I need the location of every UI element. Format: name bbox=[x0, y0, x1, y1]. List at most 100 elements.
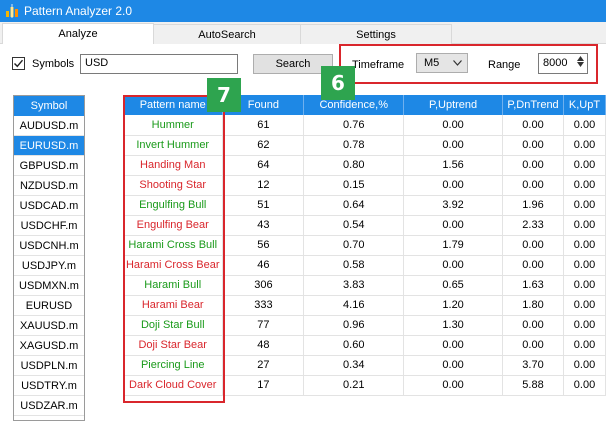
symbol-list-item[interactable]: USDCNH.m bbox=[14, 236, 84, 256]
p-uptrend-cell: 0.00 bbox=[403, 355, 504, 376]
symbol-list-header[interactable]: Symbol bbox=[14, 96, 84, 116]
app-logo-icon bbox=[5, 4, 19, 18]
k-uptrend-cell: 0.00 bbox=[563, 275, 606, 296]
p-uptrend-cell: 0.00 bbox=[403, 215, 504, 236]
p-uptrend-cell: 1.30 bbox=[403, 315, 504, 336]
range-value: 8000 bbox=[543, 57, 568, 69]
k-uptrend-cell: 0.00 bbox=[563, 235, 606, 256]
found-cell: 51 bbox=[222, 195, 305, 216]
confidence-cell: 0.54 bbox=[303, 215, 405, 236]
p-dntrend-cell: 0.00 bbox=[502, 255, 564, 276]
p-dntrend-cell: 0.00 bbox=[502, 155, 564, 176]
confidence-cell: 0.78 bbox=[303, 135, 405, 156]
confidence-cell: 0.64 bbox=[303, 195, 405, 216]
tab-analyze[interactable]: Analyze bbox=[2, 23, 154, 44]
column-header-k-uptrend[interactable]: K,UpT bbox=[563, 95, 606, 115]
symbols-filter-input[interactable]: USD bbox=[80, 54, 238, 74]
p-uptrend-cell: 0.00 bbox=[403, 335, 504, 356]
confidence-cell: 0.34 bbox=[303, 355, 405, 376]
k-uptrend-cell: 0.00 bbox=[563, 295, 606, 316]
p-dntrend-cell: 0.00 bbox=[502, 115, 564, 136]
p-uptrend-cell: 0.00 bbox=[403, 135, 504, 156]
found-cell: 48 bbox=[222, 335, 305, 356]
symbol-list-item[interactable]: USDMXN.m bbox=[14, 276, 84, 296]
column-header-p-dntrend[interactable]: P,DnTrend bbox=[502, 95, 564, 115]
symbol-list-item[interactable]: USDTRY.m bbox=[14, 376, 84, 396]
p-dntrend-cell: 0.00 bbox=[502, 135, 564, 156]
symbol-list-item[interactable]: AUDUSD.m bbox=[14, 116, 84, 136]
spin-up-icon[interactable] bbox=[577, 56, 584, 61]
symbol-list-item[interactable]: XAGUSD.m bbox=[14, 336, 84, 356]
confidence-cell: 0.15 bbox=[303, 175, 405, 196]
k-uptrend-cell: 0.00 bbox=[563, 115, 606, 136]
analyze-panel: Symbols USD Search Timeframe M5 Range 80… bbox=[0, 44, 606, 421]
timeframe-value: M5 bbox=[424, 57, 440, 69]
p-uptrend-cell: 0.65 bbox=[403, 275, 504, 296]
confidence-cell: 0.96 bbox=[303, 315, 405, 336]
symbol-list-item[interactable]: USDJPY.m bbox=[14, 256, 84, 276]
p-dntrend-cell: 1.63 bbox=[502, 275, 564, 296]
found-cell: 46 bbox=[222, 255, 305, 276]
found-cell: 17 bbox=[222, 375, 305, 396]
range-stepper[interactable]: 8000 bbox=[538, 53, 588, 74]
k-uptrend-cell: 0.00 bbox=[563, 375, 606, 396]
confidence-cell: 0.80 bbox=[303, 155, 405, 176]
p-dntrend-cell: 0.00 bbox=[502, 335, 564, 356]
title-bar: Pattern Analyzer 2.0 bbox=[0, 0, 606, 22]
p-dntrend-cell: 0.00 bbox=[502, 175, 564, 196]
symbol-list-item[interactable]: EURUSD bbox=[14, 296, 84, 316]
p-dntrend-cell: 5.88 bbox=[502, 375, 564, 396]
chevron-down-icon bbox=[453, 60, 462, 66]
found-cell: 27 bbox=[222, 355, 305, 376]
symbol-list-item[interactable]: USDPLN.m bbox=[14, 356, 84, 376]
symbol-list-item[interactable]: USDCAD.m bbox=[14, 196, 84, 216]
p-uptrend-cell: 3.92 bbox=[403, 195, 504, 216]
confidence-cell: 4.16 bbox=[303, 295, 405, 316]
k-uptrend-cell: 0.00 bbox=[563, 135, 606, 156]
k-uptrend-cell: 0.00 bbox=[563, 315, 606, 336]
column-header-p-uptrend[interactable]: P,Uptrend bbox=[403, 95, 504, 115]
k-uptrend-cell: 0.00 bbox=[563, 195, 606, 216]
symbol-list-item[interactable]: XAUUSD.m bbox=[14, 316, 84, 336]
confidence-cell: 0.76 bbox=[303, 115, 405, 136]
found-cell: 64 bbox=[222, 155, 305, 176]
confidence-cell: 0.70 bbox=[303, 235, 405, 256]
p-uptrend-cell: 0.00 bbox=[403, 175, 504, 196]
symbol-list-item[interactable]: USDZAR.m bbox=[14, 396, 84, 416]
found-cell: 61 bbox=[222, 115, 305, 136]
p-dntrend-cell: 1.96 bbox=[502, 195, 564, 216]
p-uptrend-cell: 1.20 bbox=[403, 295, 504, 316]
tab-autosearch[interactable]: AutoSearch bbox=[153, 24, 301, 44]
tab-settings[interactable]: Settings bbox=[300, 24, 452, 44]
found-cell: 77 bbox=[222, 315, 305, 336]
symbols-checkbox[interactable] bbox=[12, 57, 25, 70]
timeframe-select[interactable]: M5 bbox=[416, 53, 468, 73]
symbols-label: Symbols bbox=[32, 58, 75, 70]
k-uptrend-cell: 0.00 bbox=[563, 215, 606, 236]
confidence-cell: 0.21 bbox=[303, 375, 405, 396]
found-cell: 56 bbox=[222, 235, 305, 256]
found-cell: 12 bbox=[222, 175, 305, 196]
p-dntrend-cell: 0.00 bbox=[502, 315, 564, 336]
symbol-list-item[interactable]: NZDUSD.m bbox=[14, 176, 84, 196]
window-title: Pattern Analyzer 2.0 bbox=[24, 4, 133, 18]
symbol-list-item[interactable]: USDCHF.m bbox=[14, 216, 84, 236]
k-uptrend-cell: 0.00 bbox=[563, 175, 606, 196]
spin-down-icon[interactable] bbox=[577, 62, 584, 67]
symbol-list-item[interactable]: GBPUSD.m bbox=[14, 156, 84, 176]
range-label: Range bbox=[488, 59, 521, 71]
p-uptrend-cell: 0.00 bbox=[403, 255, 504, 276]
timeframe-label: Timeframe bbox=[352, 59, 405, 71]
pattern-name-highlight bbox=[123, 95, 225, 403]
p-dntrend-cell: 3.70 bbox=[502, 355, 564, 376]
symbol-list-item[interactable]: EURUSD.m bbox=[14, 136, 84, 156]
k-uptrend-cell: 0.00 bbox=[563, 335, 606, 356]
tab-bar: Analyze AutoSearch Settings bbox=[0, 22, 606, 44]
p-uptrend-cell: 0.00 bbox=[403, 375, 504, 396]
annotation-badge-timeframe: 6 bbox=[321, 66, 355, 100]
k-uptrend-cell: 0.00 bbox=[563, 155, 606, 176]
symbol-list[interactable]: Symbol AUDUSD.m EURUSD.m GBPUSD.m NZDUSD.m U… bbox=[13, 95, 85, 421]
p-uptrend-cell: 0.00 bbox=[403, 115, 504, 136]
k-uptrend-cell: 0.00 bbox=[563, 255, 606, 276]
k-uptrend-cell: 0.00 bbox=[563, 355, 606, 376]
